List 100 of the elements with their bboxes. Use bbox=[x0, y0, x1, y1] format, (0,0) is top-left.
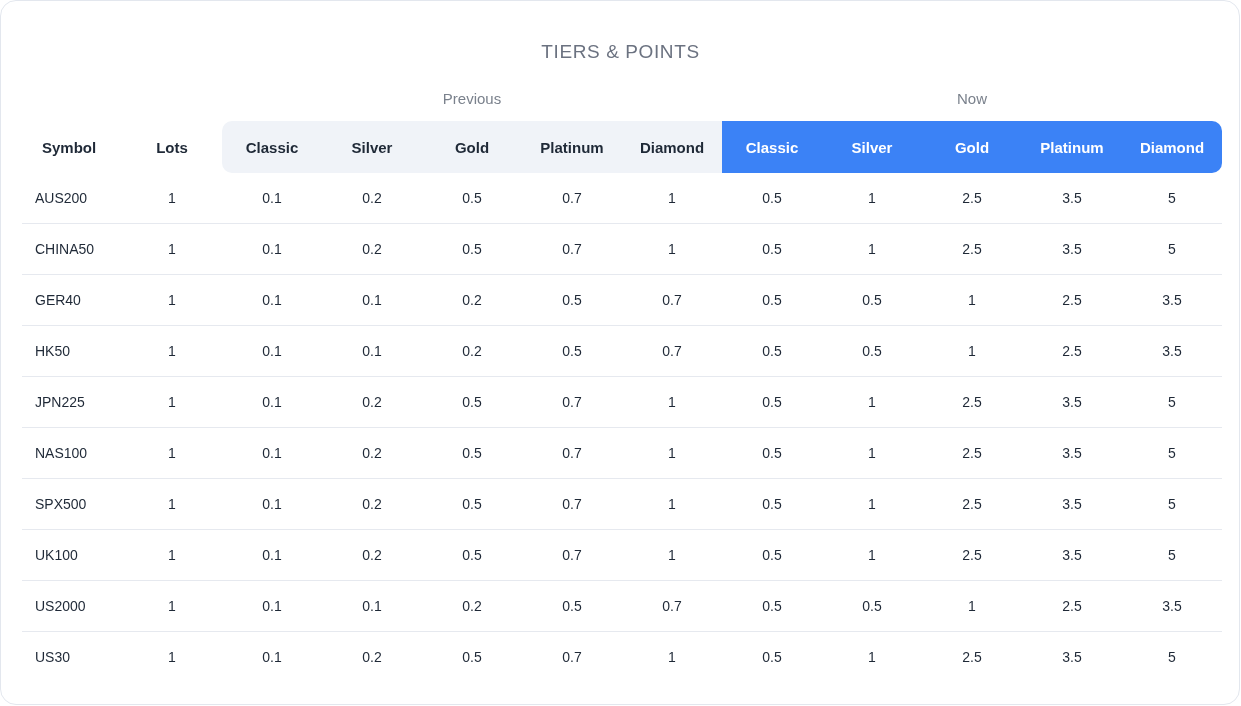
table-cell: 0.5 bbox=[762, 445, 782, 461]
table-cell: 0.7 bbox=[662, 343, 682, 359]
table-cell: 1 bbox=[668, 445, 676, 461]
table-cell: 1 bbox=[868, 445, 876, 461]
table-cell: 3.5 bbox=[1162, 598, 1182, 614]
table-cell: 0.1 bbox=[262, 445, 282, 461]
table-cell: 0.7 bbox=[562, 394, 582, 410]
column-header: Silver bbox=[822, 121, 922, 173]
table-cell: 0.5 bbox=[762, 547, 782, 563]
table-cell: 3.5 bbox=[1062, 241, 1082, 257]
table-cell: 0.7 bbox=[562, 190, 582, 206]
table-cell: 0.1 bbox=[362, 292, 382, 308]
table-cell: 3.5 bbox=[1062, 649, 1082, 665]
table-cell: 0.5 bbox=[462, 241, 482, 257]
table-cell: US30 bbox=[35, 649, 71, 665]
table-cell: 5 bbox=[1168, 649, 1176, 665]
table-cell: JPN225 bbox=[35, 394, 85, 410]
table-cell: 0.2 bbox=[362, 649, 382, 665]
table-cell: 2.5 bbox=[962, 241, 982, 257]
table-cell: 0.5 bbox=[462, 445, 482, 461]
table-cell: 1 bbox=[668, 649, 676, 665]
table-cell: 0.7 bbox=[562, 445, 582, 461]
column-header: Diamond bbox=[1122, 121, 1222, 173]
table-cell: 0.5 bbox=[862, 598, 882, 614]
table-cell: 0.1 bbox=[362, 598, 382, 614]
column-header: Platinum bbox=[522, 121, 622, 173]
table-cell: 1 bbox=[868, 241, 876, 257]
table-cell: 0.1 bbox=[262, 598, 282, 614]
table-cell: 0.1 bbox=[262, 241, 282, 257]
table-cell: 5 bbox=[1168, 547, 1176, 563]
table-cell: 0.5 bbox=[462, 547, 482, 563]
table-cell: 5 bbox=[1168, 496, 1176, 512]
table-cell: 0.5 bbox=[562, 292, 582, 308]
table-title: TIERS & POINTS bbox=[540, 41, 701, 63]
table-cell: 0.2 bbox=[362, 190, 382, 206]
column-header: Silver bbox=[322, 121, 422, 173]
table-cell: 0.7 bbox=[662, 598, 682, 614]
table-cell: 0.5 bbox=[762, 598, 782, 614]
table-cell: 0.5 bbox=[762, 190, 782, 206]
column-header: Classic bbox=[722, 121, 822, 173]
column-header: Gold bbox=[422, 121, 522, 173]
table-cell: 0.2 bbox=[462, 292, 482, 308]
table-cell: 0.5 bbox=[462, 190, 482, 206]
table-cell: 0.2 bbox=[362, 445, 382, 461]
table-cell: 0.7 bbox=[562, 241, 582, 257]
table-cell: 0.7 bbox=[662, 292, 682, 308]
table-cell: 0.2 bbox=[462, 343, 482, 359]
table-cell: 3.5 bbox=[1062, 547, 1082, 563]
table-cell: 3.5 bbox=[1062, 496, 1082, 512]
table-cell: HK50 bbox=[35, 343, 71, 359]
column-header: Symbol bbox=[41, 137, 98, 158]
table-cell: 1 bbox=[168, 547, 176, 563]
table-cell: 0.5 bbox=[862, 343, 882, 359]
table-cell: 2.5 bbox=[962, 649, 982, 665]
table-cell: 1 bbox=[868, 649, 876, 665]
table-cell: US2000 bbox=[35, 598, 86, 614]
table-cell: 1 bbox=[968, 598, 976, 614]
table-cell: 1 bbox=[868, 394, 876, 410]
table-cell: GER40 bbox=[35, 292, 81, 308]
table-cell: 1 bbox=[168, 649, 176, 665]
table-cell: 2.5 bbox=[962, 547, 982, 563]
table-cell: 1 bbox=[168, 241, 176, 257]
table-cell: 0.2 bbox=[362, 547, 382, 563]
table-cell: 0.2 bbox=[362, 496, 382, 512]
table-cell: 1 bbox=[668, 190, 676, 206]
table-cell: 3.5 bbox=[1162, 343, 1182, 359]
table-cell: 0.2 bbox=[362, 241, 382, 257]
table-cell: 0.5 bbox=[762, 241, 782, 257]
table-cell: 1 bbox=[168, 598, 176, 614]
table-cell: CHINA50 bbox=[35, 241, 95, 257]
table-cell: 1 bbox=[168, 496, 176, 512]
table-cell: 0.1 bbox=[262, 292, 282, 308]
table-cell: 0.1 bbox=[262, 343, 282, 359]
column-header: Lots bbox=[122, 121, 222, 173]
table-cell: 0.5 bbox=[462, 649, 482, 665]
table-cell: 0.5 bbox=[462, 496, 482, 512]
table-cell: 5 bbox=[1168, 445, 1176, 461]
table-cell: 0.7 bbox=[562, 547, 582, 563]
table-cell: 0.7 bbox=[562, 496, 582, 512]
table-cell: 2.5 bbox=[1062, 292, 1082, 308]
column-group-label: Now bbox=[957, 89, 987, 107]
table-cell: 3.5 bbox=[1162, 292, 1182, 308]
table-cell: 1 bbox=[168, 190, 176, 206]
column-header: Diamond bbox=[622, 121, 722, 173]
column-header: Platinum bbox=[1022, 121, 1122, 173]
table-cell: 0.5 bbox=[562, 343, 582, 359]
table-cell: 0.1 bbox=[262, 190, 282, 206]
table-cell: 0.7 bbox=[562, 649, 582, 665]
table-cell: 3.5 bbox=[1062, 445, 1082, 461]
table-cell: SPX500 bbox=[35, 496, 87, 512]
table-cell: 2.5 bbox=[962, 190, 982, 206]
table-cell: 0.1 bbox=[262, 547, 282, 563]
table-cell: 0.5 bbox=[762, 394, 782, 410]
table-cell: 2.5 bbox=[962, 496, 982, 512]
table-cell: 5 bbox=[1168, 190, 1176, 206]
table-cell: AUS200 bbox=[35, 190, 88, 206]
table-cell: 0.1 bbox=[262, 394, 282, 410]
table-cell: 0.5 bbox=[762, 496, 782, 512]
table-cell: 1 bbox=[868, 547, 876, 563]
table-cell: 1 bbox=[868, 496, 876, 512]
